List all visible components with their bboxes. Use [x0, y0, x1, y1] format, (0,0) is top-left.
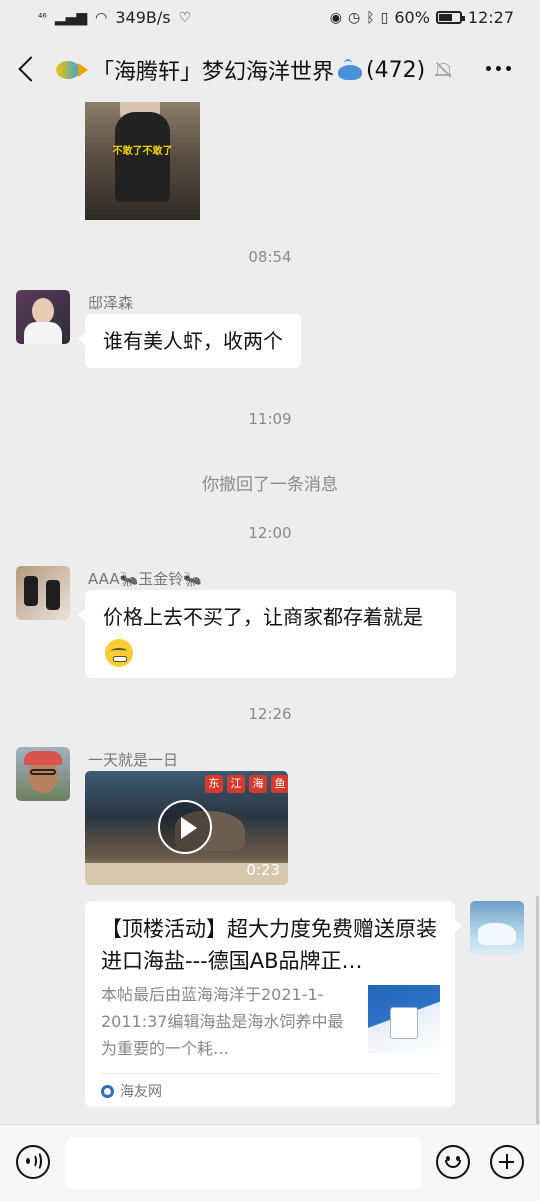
video-duration: 0:23 [246, 861, 280, 879]
battery-icon [435, 11, 465, 24]
link-title: 【顶楼活动】超大力度免费赠送原装进口海盐---德国AB品牌正… [101, 917, 437, 973]
link-description: 本帖最后由蓝海海洋于2021-1-2011:37编辑海盐是海水饲养中最为重要的一… [101, 985, 344, 1058]
video-tag: 东 [205, 775, 223, 793]
message-bubble[interactable]: 谁有美人虾，收两个 [78, 314, 301, 368]
voice-input-icon[interactable] [16, 1145, 50, 1179]
emoji-icon[interactable] [436, 1145, 470, 1179]
fish-emoji-icon [54, 57, 88, 83]
system-message: 你撤回了一条消息 [202, 475, 338, 495]
more-plus-icon[interactable] [490, 1145, 524, 1179]
clock: 12:27 [467, 8, 514, 27]
wifi-icon: ◠ [95, 9, 108, 26]
more-options-icon[interactable] [486, 66, 511, 71]
message-text: 价格上去不买了，让商家都存着就是 [103, 605, 423, 629]
mute-bell-icon [434, 62, 452, 78]
divider [101, 1073, 439, 1074]
chat-header: 「海腾轩」梦幻海洋世界 (472) [0, 36, 540, 102]
avatar[interactable] [16, 747, 70, 801]
link-source: 海友网 [101, 1081, 162, 1101]
back-arrow-icon[interactable] [16, 54, 40, 84]
timestamp: 11:09 [248, 410, 292, 428]
video-tag: 江 [227, 775, 245, 793]
video-tag: 鱼 [271, 775, 288, 793]
vibrate-icon: ▯ [380, 9, 389, 26]
sender-name: 邸泽森 [88, 294, 134, 312]
alarm-icon: ◷ [347, 9, 361, 26]
whale-emoji-icon [336, 59, 366, 81]
timestamp: 12:00 [248, 524, 292, 542]
chat-title: 「海腾轩」梦幻海洋世界 (472) [54, 54, 425, 86]
status-bar: ⁴⁶ ▂▄▆ ◠ 349B/s ♡ ◉ ◷ ᛒ ▯ 60% 12:27 [0, 0, 540, 36]
message-bubble[interactable]: 价格上去不买了，让商家都存着就是 [78, 590, 456, 678]
link-thumbnail [368, 985, 440, 1053]
play-icon[interactable] [158, 800, 212, 854]
video-tag: 海 [249, 775, 267, 793]
source-name: 海友网 [120, 1084, 162, 1100]
image-caption: 不敢了不敢了 [112, 146, 173, 157]
video-message[interactable]: 东 江 海 鱼 0:23 [85, 771, 288, 885]
source-logo-icon [101, 1084, 114, 1098]
battery-percent: 60% [394, 8, 430, 27]
cellular-signal-icon: ▂▄▆ [54, 9, 88, 26]
bluetooth-icon: ᛒ [366, 9, 375, 26]
my-avatar[interactable] [470, 901, 524, 955]
link-card[interactable]: 【顶楼活动】超大力度免费赠送原装进口海盐---德国AB品牌正… 本帖最后由蓝海海… [85, 901, 462, 1107]
message-input[interactable] [66, 1137, 421, 1189]
sender-name: 一天就是一日 [88, 751, 179, 769]
avatar[interactable] [16, 566, 70, 620]
timestamp: 08:54 [248, 248, 292, 266]
avatar[interactable] [16, 290, 70, 344]
chat-messages[interactable]: 不敢了不敢了 08:54 邸泽森 谁有美人虾，收两个 11:09 你撤回了一条消… [0, 102, 540, 1124]
input-bar [0, 1124, 540, 1201]
sender-name: AAA🐜玉金铃🐜 [88, 570, 202, 588]
grimace-emoji-icon [105, 638, 133, 667]
group-name: 「海腾轩」梦幻海洋世界 [92, 60, 335, 85]
eye-icon: ◉ [329, 9, 342, 26]
member-count: (472) [366, 57, 426, 83]
signal-icon: ⁴⁶ [38, 10, 47, 24]
timestamp: 12:26 [248, 705, 292, 723]
network-speed: 349B/s [115, 8, 171, 27]
heart-rate-icon: ♡ [178, 9, 192, 26]
scrollbar[interactable] [536, 896, 539, 1124]
image-message[interactable]: 不敢了不敢了 [85, 102, 200, 220]
